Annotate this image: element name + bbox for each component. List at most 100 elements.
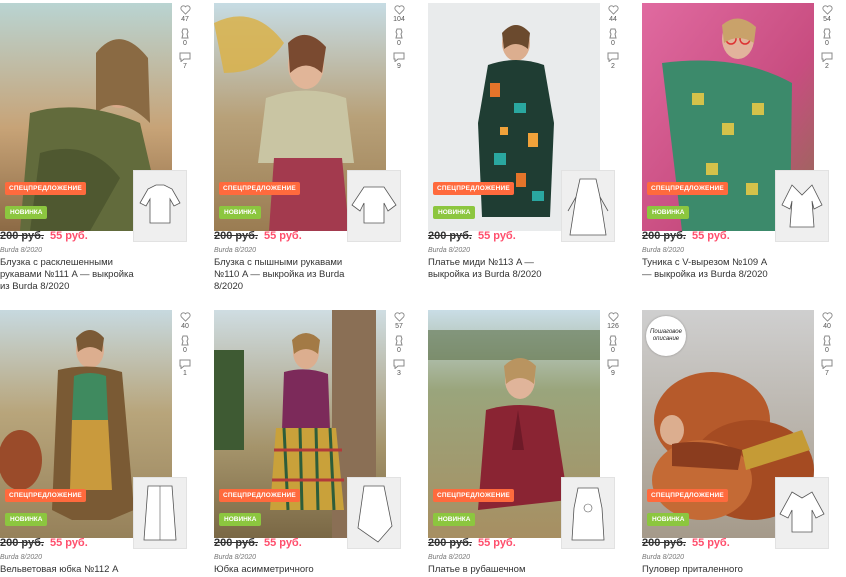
dress-form-icon[interactable] <box>608 28 618 39</box>
pattern-sketch[interactable] <box>133 170 187 242</box>
pattern-sketch[interactable] <box>775 170 829 242</box>
comment-icon[interactable] <box>607 52 619 62</box>
magazine-source: Burda 8/2020 <box>642 247 685 254</box>
dress-form-icon[interactable] <box>608 335 618 346</box>
product-title[interactable]: Платье миди №113 A — выкройка из Burda 8… <box>428 257 563 281</box>
price-block: 200 руб. 55 руб. <box>0 230 88 242</box>
comments-count: 2 <box>825 63 829 70</box>
magazine-source: Burda 8/2020 <box>428 247 471 254</box>
stats-column: 40 0 7 <box>816 312 838 382</box>
special-offer-badge: СПЕЦПРЕДЛОЖЕНИЕ <box>5 182 86 195</box>
new-badge: НОВИНКА <box>647 513 690 526</box>
old-price: 200 руб. <box>428 537 472 549</box>
product-title[interactable]: Блузка с расклешенными рукавами №111 A —… <box>0 257 135 293</box>
special-offer-badge: СПЕЦПРЕДЛОЖЕНИЕ <box>647 489 728 502</box>
likes-count: 44 <box>609 16 617 23</box>
sale-price: 55 руб. <box>263 537 302 549</box>
pattern-sketch[interactable] <box>347 170 401 242</box>
product-title[interactable]: Блузка с пышными рукавами №110 A — выкро… <box>214 257 349 293</box>
new-badge: НОВИНКА <box>5 206 48 219</box>
product-title[interactable]: Туника с V-вырезом №109 A — выкройка из … <box>642 257 777 281</box>
likes-count: 126 <box>607 323 619 330</box>
product-title[interactable]: Платье в рубашечном <box>428 564 563 576</box>
new-badge: НОВИНКА <box>433 513 476 526</box>
likes-count: 40 <box>823 323 831 330</box>
old-price: 200 руб. <box>214 230 258 242</box>
dress-form-icon[interactable] <box>822 28 832 39</box>
comment-icon[interactable] <box>393 359 405 369</box>
pattern-sketch[interactable] <box>561 170 615 242</box>
sale-price: 55 руб. <box>477 230 516 242</box>
new-badge: НОВИНКА <box>219 513 262 526</box>
special-offer-badge: СПЕЦПРЕДЛОЖЕНИЕ <box>647 182 728 195</box>
saves-count: 0 <box>611 347 615 354</box>
comment-icon[interactable] <box>393 52 405 62</box>
step-by-step-badge: Пошаговое описание <box>646 316 686 356</box>
comment-icon[interactable] <box>179 52 191 62</box>
heart-icon[interactable] <box>821 312 833 322</box>
stats-column: 44 0 2 <box>602 5 624 75</box>
comments-count: 9 <box>397 63 401 70</box>
magazine-source: Burda 8/2020 <box>214 247 257 254</box>
comments-count: 2 <box>611 63 615 70</box>
new-badge: НОВИНКА <box>5 513 48 526</box>
price-block: 200 руб. 55 руб. <box>428 537 516 549</box>
saves-count: 0 <box>183 40 187 47</box>
special-offer-badge: СПЕЦПРЕДЛОЖЕНИЕ <box>433 182 514 195</box>
comment-icon[interactable] <box>821 52 833 62</box>
heart-icon[interactable] <box>821 5 833 15</box>
saves-count: 0 <box>397 40 401 47</box>
stats-column: 40 0 1 <box>174 312 196 382</box>
old-price: 200 руб. <box>642 537 686 549</box>
magazine-source: Burda 8/2020 <box>214 554 257 561</box>
special-offer-badge: СПЕЦПРЕДЛОЖЕНИЕ <box>219 489 300 502</box>
stats-column: 126 0 9 <box>602 312 624 382</box>
old-price: 200 руб. <box>428 230 472 242</box>
new-badge: НОВИНКА <box>647 206 690 219</box>
stats-column: 57 0 3 <box>388 312 410 382</box>
price-block: 200 руб. 55 руб. <box>428 230 516 242</box>
magazine-source: Burda 8/2020 <box>642 554 685 561</box>
heart-icon[interactable] <box>607 312 619 322</box>
dress-form-icon[interactable] <box>394 335 404 346</box>
product-title[interactable]: Юбка асимметричного <box>214 564 349 576</box>
sale-price: 55 руб. <box>691 537 730 549</box>
magazine-source: Burda 8/2020 <box>428 554 471 561</box>
comment-icon[interactable] <box>607 359 619 369</box>
comment-icon[interactable] <box>179 359 191 369</box>
dress-form-icon[interactable] <box>822 335 832 346</box>
pattern-sketch[interactable] <box>775 477 829 549</box>
product-grid: 47 0 7 СПЕЦПРЕДЛОЖЕНИЕ НОВИНКА 200 руб. 5… <box>0 0 846 577</box>
saves-count: 0 <box>825 40 829 47</box>
sale-price: 55 руб. <box>49 537 88 549</box>
stats-column: 47 0 7 <box>174 5 196 75</box>
pattern-sketch[interactable] <box>561 477 615 549</box>
special-offer-badge: СПЕЦПРЕДЛОЖЕНИЕ <box>219 182 300 195</box>
pattern-sketch[interactable] <box>133 477 187 549</box>
dress-form-icon[interactable] <box>394 28 404 39</box>
comment-icon[interactable] <box>821 359 833 369</box>
heart-icon[interactable] <box>393 5 405 15</box>
likes-count: 47 <box>181 16 189 23</box>
heart-icon[interactable] <box>393 312 405 322</box>
old-price: 200 руб. <box>0 537 44 549</box>
likes-count: 54 <box>823 16 831 23</box>
dress-form-icon[interactable] <box>180 335 190 346</box>
likes-count: 104 <box>393 16 405 23</box>
stats-column: 54 0 2 <box>816 5 838 75</box>
pattern-sketch[interactable] <box>347 477 401 549</box>
saves-count: 0 <box>183 347 187 354</box>
product-title[interactable]: Вельветовая юбка №112 A <box>0 564 135 576</box>
new-badge: НОВИНКА <box>433 206 476 219</box>
sale-price: 55 руб. <box>49 230 88 242</box>
product-title[interactable]: Пуловер приталенного <box>642 564 777 576</box>
old-price: 200 руб. <box>0 230 44 242</box>
special-offer-badge: СПЕЦПРЕДЛОЖЕНИЕ <box>433 489 514 502</box>
heart-icon[interactable] <box>607 5 619 15</box>
dress-form-icon[interactable] <box>180 28 190 39</box>
sale-price: 55 руб. <box>263 230 302 242</box>
heart-icon[interactable] <box>179 5 191 15</box>
comments-count: 1 <box>183 370 187 377</box>
heart-icon[interactable] <box>179 312 191 322</box>
old-price: 200 руб. <box>642 230 686 242</box>
